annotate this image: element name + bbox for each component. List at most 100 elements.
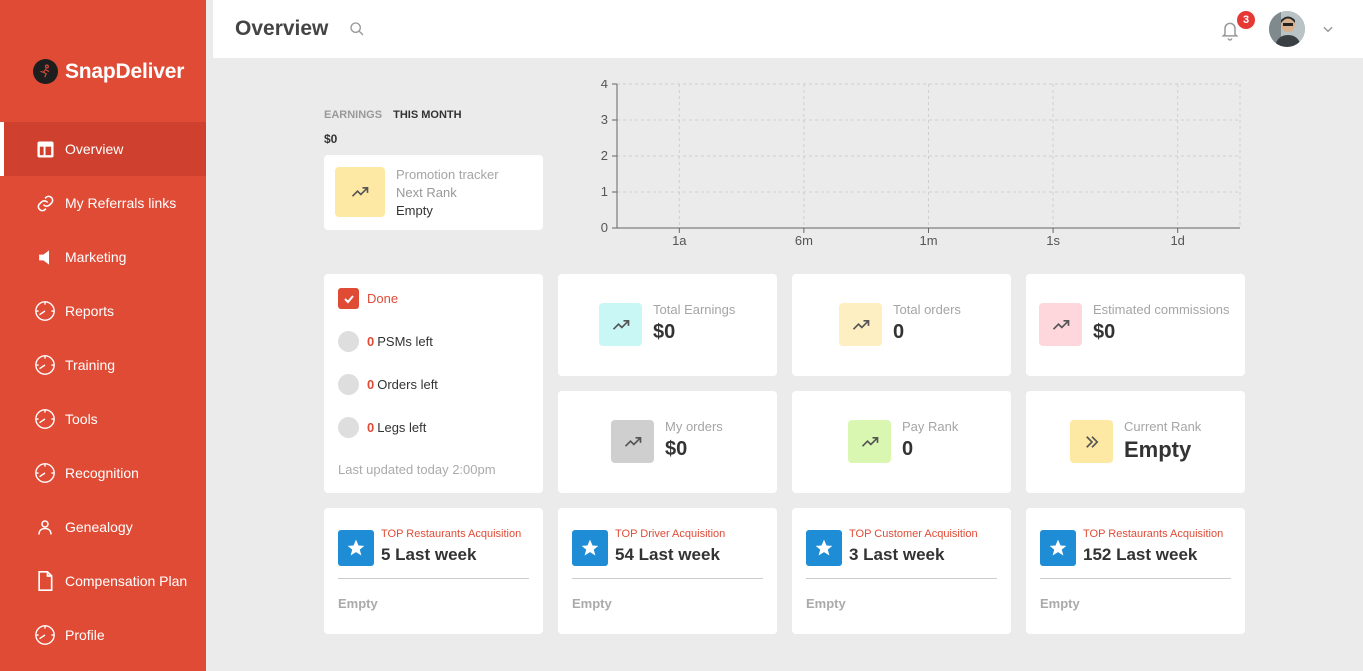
sidebar-item-recognition[interactable]: Recognition	[0, 446, 206, 500]
stat-label: Estimated commissions	[1093, 302, 1230, 317]
gauge-icon	[34, 624, 56, 646]
sidebar-item-label: Training	[65, 357, 116, 373]
stat-value: $0	[653, 321, 676, 343]
brand[interactable]: SnapDeliver	[33, 59, 184, 84]
top-card-title: TOP Customer Acquisition	[849, 528, 978, 540]
last-updated: Last updated today 2:00pm	[338, 462, 496, 477]
megaphone-icon	[34, 246, 56, 268]
next-rank-label: Next Rank	[396, 185, 457, 200]
stat-value: Empty	[1124, 437, 1192, 462]
earnings-value: $0	[324, 132, 338, 146]
checkbox-checked-icon[interactable]	[338, 288, 359, 309]
top-acquisition-card: TOP Driver Acquisition 54 Last week Empt…	[558, 508, 777, 634]
top-card-empty: Empty	[806, 596, 846, 611]
sidebar-item-overview[interactable]: Overview	[0, 122, 206, 176]
sidebar-item-referrals[interactable]: My Referrals links	[0, 176, 206, 230]
top-card-title: TOP Restaurants Acquisition	[381, 528, 522, 540]
top-card-title: TOP Driver Acquisition	[615, 528, 726, 540]
document-icon	[34, 570, 56, 592]
sidebar-item-label: Profile	[65, 627, 105, 643]
top-card-value: 152 Last week	[1083, 545, 1198, 564]
page-title: Overview	[235, 17, 329, 40]
x-tick-label: 1d	[1170, 233, 1184, 248]
stat-label: Total orders	[893, 302, 961, 317]
stat-label: Current Rank	[1124, 419, 1202, 434]
chevron-down-icon[interactable]	[1321, 22, 1335, 36]
sidebar-item-tools[interactable]: Tools	[0, 392, 206, 446]
y-tick-label: 1	[601, 184, 608, 199]
divider	[806, 578, 997, 579]
pending-circle-icon	[338, 417, 359, 438]
stat-label: Total Earnings	[653, 302, 736, 317]
stat-value: $0	[665, 438, 688, 460]
top-acquisition-card: TOP Restaurants Acquisition 5 Last week …	[324, 508, 543, 634]
orders-label: Orders left	[377, 377, 438, 392]
sidebar-item-marketing[interactable]: Marketing	[0, 230, 206, 284]
sidebar-item-label: My Referrals links	[65, 195, 177, 211]
top-card-title: TOP Restaurants Acquisition	[1083, 528, 1224, 540]
sidebar-item-training[interactable]: Training	[0, 338, 206, 392]
y-tick-label: 4	[601, 80, 608, 91]
done-row[interactable]: Done	[338, 288, 398, 309]
sidebar: SnapDeliver Overview My Referrals links …	[0, 0, 206, 671]
star-icon	[1040, 530, 1076, 566]
gauge-icon	[34, 408, 56, 430]
sidebar-nav: Overview My Referrals links Marketing Re…	[0, 122, 206, 662]
psms-count: 0	[367, 334, 375, 349]
legs-row: 0 Legs left	[338, 417, 426, 438]
sidebar-item-label: Recognition	[65, 465, 139, 481]
done-label: Done	[367, 291, 399, 306]
top-card-empty: Empty	[1040, 596, 1080, 611]
trending-up-icon	[611, 420, 654, 463]
total-orders-card: Total orders 0	[792, 274, 1011, 376]
sidebar-item-label: Genealogy	[65, 519, 133, 535]
trending-up-icon	[848, 420, 891, 463]
divider	[338, 578, 529, 579]
trending-up-icon	[839, 303, 882, 346]
stat-value: 0	[902, 438, 914, 460]
notification-badge: 3	[1237, 11, 1255, 29]
y-tick-label: 3	[601, 112, 608, 127]
stat-value: 0	[893, 321, 905, 343]
earnings-tabs: EARNINGS THIS MONTH	[324, 109, 470, 121]
next-rank-value: Empty	[396, 203, 433, 218]
checklist-card: Done 0 PSMs left 0 Orders left 0 Legs le…	[324, 274, 543, 493]
x-tick-label: 6m	[795, 233, 813, 248]
sidebar-item-compensation-plan[interactable]: Compensation Plan	[0, 554, 206, 608]
trending-up-icon	[1039, 303, 1082, 346]
search-icon[interactable]	[349, 21, 365, 37]
pending-circle-icon	[338, 331, 359, 352]
gauge-icon	[34, 354, 56, 376]
promotion-title: Promotion tracker	[396, 167, 499, 182]
legs-label: Legs left	[377, 420, 427, 435]
star-icon	[338, 530, 374, 566]
tab-earnings[interactable]: EARNINGS	[324, 109, 382, 121]
sidebar-item-reports[interactable]: Reports	[0, 284, 206, 338]
my-orders-card: My orders $0	[558, 391, 777, 493]
stat-label: Pay Rank	[902, 419, 959, 434]
y-tick-label: 0	[601, 220, 608, 235]
sidebar-item-profile[interactable]: Profile	[0, 608, 206, 662]
avatar[interactable]	[1269, 11, 1305, 47]
layout-icon	[34, 138, 56, 160]
tab-this-month[interactable]: THIS MONTH	[393, 109, 461, 121]
total-earnings-card: Total Earnings $0	[558, 274, 777, 376]
stat-value: $0	[1093, 321, 1116, 343]
brand-logo-icon	[33, 59, 58, 84]
sidebar-item-genealogy[interactable]: Genealogy	[0, 500, 206, 554]
divider	[572, 578, 763, 579]
user-icon	[34, 516, 56, 538]
top-card-empty: Empty	[338, 596, 378, 611]
orders-row: 0 Orders left	[338, 374, 438, 395]
x-tick-label: 1m	[919, 233, 937, 248]
x-tick-label: 1a	[672, 233, 687, 248]
double-chevron-right-icon	[1070, 420, 1113, 463]
pending-circle-icon	[338, 374, 359, 395]
pay-rank-card: Pay Rank 0	[792, 391, 1011, 493]
gauge-icon	[34, 300, 56, 322]
sidebar-item-label: Compensation Plan	[65, 573, 188, 589]
top-card-empty: Empty	[572, 596, 612, 611]
star-icon	[806, 530, 842, 566]
earnings-chart: 0 1 2 3 4 1a 6m 1m 1s 1d	[601, 80, 1241, 248]
promotion-tracker-card: Promotion tracker Next Rank Empty	[324, 155, 543, 230]
